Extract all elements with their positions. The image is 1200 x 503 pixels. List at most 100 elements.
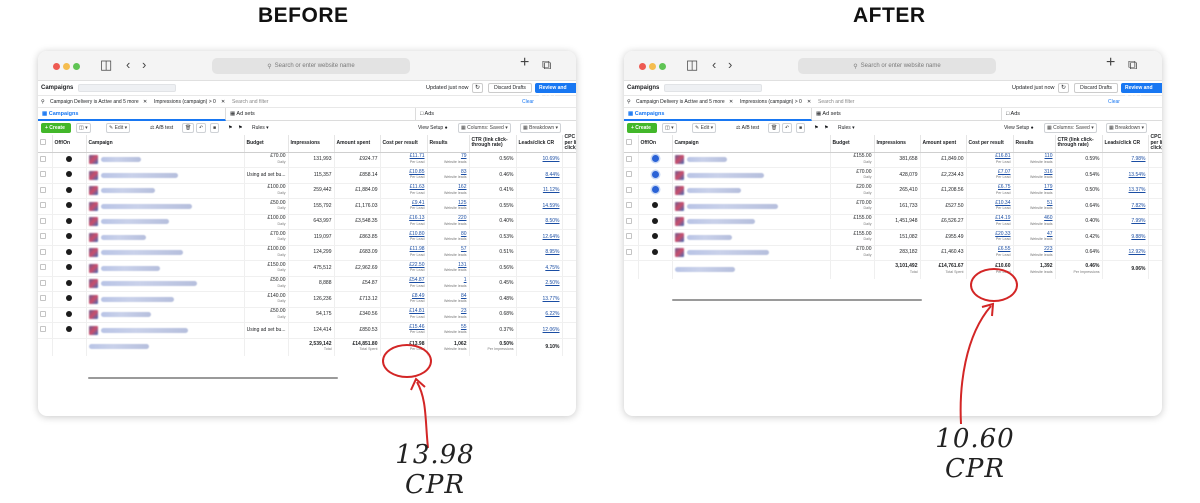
table-row[interactable]: £70.00 Daily 161,733 £527.50 £10.34 Per Lead 5… [624,198,1162,215]
leads-cr-value[interactable]: 8.50% [545,218,559,224]
col-amount-spent[interactable]: Amount spent [920,135,967,153]
filter-chip-impressions[interactable]: Impressions (campaign) > 0 [740,99,802,105]
col-cpc[interactable]: CPC (cost per link click) [562,134,576,153]
campaign-name-cell[interactable] [86,291,245,308]
back-icon[interactable]: ‹ [126,58,130,72]
account-selector[interactable] [664,84,762,92]
leads-cr-value[interactable]: 8.95% [545,249,559,255]
delivery-toggle[interactable] [52,291,87,308]
results-value[interactable]: 84 [461,293,467,299]
tab-campaigns[interactable]: ▦ Campaigns [624,108,812,121]
col-campaign[interactable]: Campaign [86,135,245,153]
campaign-name-cell[interactable] [672,183,831,199]
trash-button[interactable]: ■ [210,123,220,133]
row-checkbox[interactable] [624,167,639,184]
address-bar[interactable]: ⚲ Search or enter website name [212,58,410,74]
create-button[interactable]: + Create [627,123,657,133]
review-publish-button[interactable]: Review and Publish [535,83,576,101]
edit-button[interactable]: ✎ Edit ▾ [692,123,717,133]
cpr-value[interactable]: £20.33 [995,231,1010,237]
results-value[interactable]: 57 [461,246,467,253]
zoom-dot[interactable] [73,63,80,70]
col-ctr[interactable]: CTR (link click-through rate) [1055,135,1103,153]
new-tab-icon[interactable]: + [520,55,529,71]
results-value[interactable]: 179 [1044,184,1052,191]
leads-cr-value[interactable]: 8.44% [545,172,559,178]
results-value[interactable]: 83 [461,169,467,175]
col-cost-per-result[interactable]: Cost per result [966,135,1014,153]
cpr-value[interactable]: £6.55 [998,246,1011,253]
row-checkbox[interactable] [624,214,639,230]
cpr-value[interactable]: £10.85 [409,169,424,175]
minimize-dot[interactable] [63,63,70,70]
delete-button[interactable]: 🗑 [182,123,195,133]
campaign-name-cell[interactable] [672,198,831,215]
col-leads-cr[interactable]: Leads/click CR [1102,135,1149,153]
undo-button[interactable]: ↶ [196,123,207,133]
zoom-dot[interactable] [659,63,666,70]
table-row[interactable]: £70.00 Daily 131,993 £924.77 £11.71 Per Lead 7… [38,152,576,168]
campaign-name-cell[interactable] [672,167,831,184]
horizontal-scrollbar[interactable] [88,377,338,379]
delivery-toggle[interactable] [638,229,673,246]
cpr-value[interactable]: £22.50 [409,262,424,268]
row-checkbox[interactable] [38,152,53,168]
delivery-toggle[interactable] [638,167,673,184]
results-value[interactable]: 110 [1045,153,1053,160]
select-all-checkbox[interactable] [624,135,639,153]
cpr-value[interactable]: £9.41 [412,200,425,206]
tab-adsets[interactable]: ▦ Ad sets [226,108,416,121]
campaign-name-cell[interactable] [86,229,245,246]
tag-icon[interactable]: ⚑ [824,125,828,131]
results-value[interactable]: 223 [1044,246,1052,253]
discard-drafts-button[interactable]: Discard Drafts [488,83,532,93]
delivery-toggle[interactable] [52,245,87,261]
table-row[interactable]: £150.00 Daily 475,512 £2,962.69 £22.50 Per Le… [38,260,576,277]
delivery-toggle[interactable] [638,245,673,261]
table-row[interactable]: £70.00 Daily 119,097 £863.85 £10.80 Per Lead 8… [38,229,576,246]
delivery-toggle[interactable] [52,229,87,246]
col-cost-per-result[interactable]: Cost per result [380,135,428,153]
forward-icon[interactable]: › [142,58,146,72]
row-checkbox[interactable] [624,152,639,168]
remove-chip-icon[interactable]: ✕ [807,99,811,105]
results-value[interactable]: 125 [458,200,466,206]
cpr-value[interactable]: £15.46 [409,324,424,330]
cpr-value[interactable]: £10.34 [995,200,1010,206]
cpr-value[interactable]: £11.71 [410,153,425,160]
leads-cr-value[interactable]: 14.59% [543,203,560,209]
minimize-dot[interactable] [649,63,656,70]
table-row[interactable]: £100.00 Daily 643,997 £3,548.35 £16.13 Per Le… [38,214,576,230]
row-checkbox[interactable] [38,183,53,199]
table-row[interactable]: Using ad set bu... 115,357 £858.14 £10.85 Pe… [38,167,576,184]
row-checkbox[interactable] [38,198,53,215]
cpr-value[interactable]: £11.63 [410,184,425,191]
row-checkbox[interactable] [624,229,639,246]
delivery-toggle[interactable] [52,322,87,339]
refresh-button[interactable]: ↻ [472,83,483,93]
remove-chip-icon[interactable]: ✕ [221,99,225,105]
columns-dropdown[interactable]: ▦ Columns: Saved ▾ [1044,123,1097,133]
view-setup-toggle[interactable]: View Setup ● [1004,125,1034,131]
create-button[interactable]: + Create [41,123,71,133]
delivery-toggle[interactable] [52,307,87,323]
tabs-overview-icon[interactable]: ⧉ [1128,58,1137,72]
results-value[interactable]: 47 [1047,231,1053,237]
delivery-toggle[interactable] [638,214,673,230]
cpr-value[interactable]: £16.81 [995,153,1010,160]
delivery-toggle[interactable] [52,167,87,184]
col-ctr[interactable]: CTR (link click-through rate) [469,135,517,153]
horizontal-scrollbar[interactable] [672,299,922,301]
table-row[interactable]: £100.00 Daily 124,299 £683.09 £11.98 Per Lead… [38,245,576,261]
table-row[interactable]: £155.00 Daily 381,658 £1,849.00 £16.81 Per Le… [624,152,1162,168]
cpr-value[interactable]: £16.13 [409,215,424,222]
table-row[interactable]: £70.00 Daily 428,079 £2,234.43 £7.07 Per Lead… [624,167,1162,184]
row-checkbox[interactable] [38,307,53,323]
columns-dropdown[interactable]: ▦ Columns: Saved ▾ [458,123,511,133]
undo-button[interactable]: ↶ [782,123,793,133]
close-dot[interactable] [53,63,60,70]
leads-cr-value[interactable]: 6.22% [545,311,559,317]
cpr-value[interactable]: £6.75 [998,184,1011,191]
leads-cr-value[interactable]: 4.75% [545,265,559,271]
discard-drafts-button[interactable]: Discard Drafts [1074,83,1118,93]
